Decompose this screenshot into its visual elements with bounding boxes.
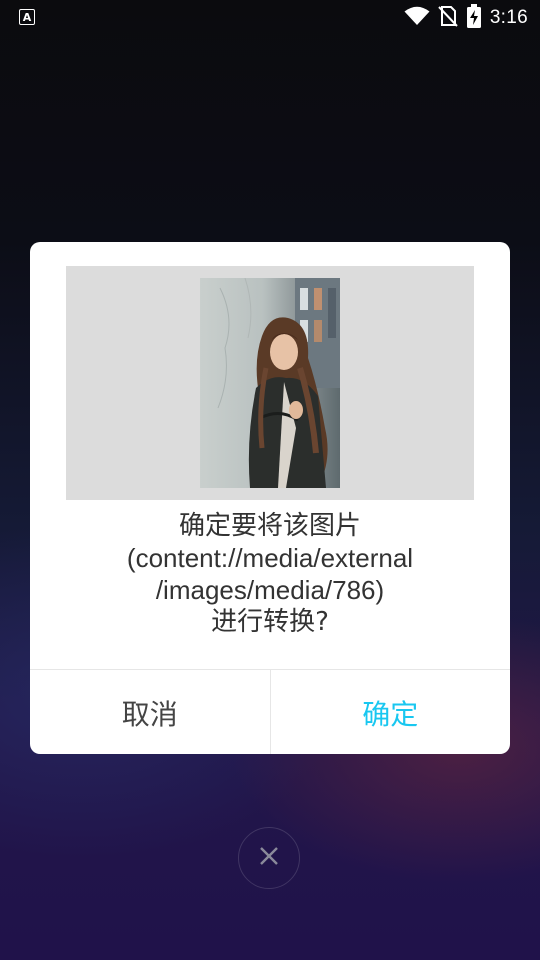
battery-charging-icon xyxy=(466,4,482,32)
status-bar: A 3:16 xyxy=(0,0,540,36)
wifi-icon xyxy=(404,6,430,30)
convert-confirm-dialog: 确定要将该图片 (content://media/external /image… xyxy=(30,242,510,754)
preview-photo xyxy=(200,278,340,488)
message-line: 确定要将该图片 xyxy=(178,511,361,541)
app-notification-icon: A xyxy=(19,9,35,25)
close-button[interactable] xyxy=(238,827,300,889)
dialog-button-row: 取消 确定 xyxy=(30,669,510,754)
confirm-button[interactable]: 确定 xyxy=(271,670,511,754)
message-line: 进行转换? xyxy=(211,607,329,637)
status-time: 3:16 xyxy=(489,7,528,28)
image-preview-frame xyxy=(66,266,474,500)
close-icon xyxy=(259,846,279,870)
cancel-button[interactable]: 取消 xyxy=(30,670,271,754)
status-icons: 3:16 xyxy=(404,4,528,32)
dialog-message: 确定要将该图片 (content://media/external /image… xyxy=(30,510,510,638)
no-sim-icon xyxy=(438,5,458,31)
message-line: (content://media/external xyxy=(126,543,414,573)
message-line: /images/media/786) xyxy=(155,575,385,605)
